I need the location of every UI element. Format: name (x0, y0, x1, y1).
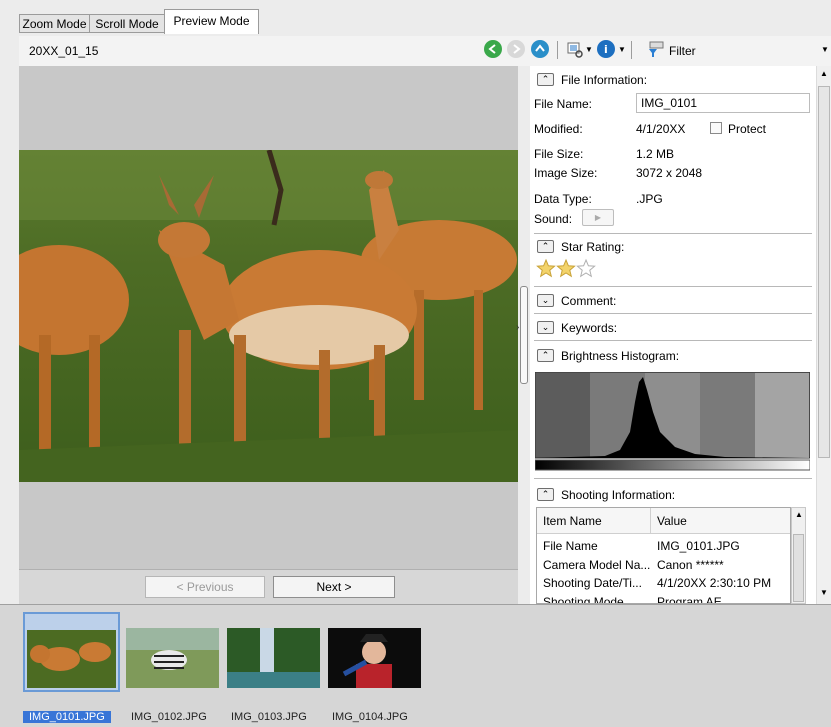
tab-preview-mode[interactable]: Preview Mode (164, 9, 259, 34)
comment-section-header[interactable]: ⌄ Comment: (534, 290, 812, 312)
collapse-icon[interactable]: ⌃ (537, 488, 554, 501)
table-header: Item Name Value (537, 508, 790, 534)
image-size-value: 3072 x 2048 (636, 166, 703, 180)
brightness-histogram (535, 372, 810, 471)
table-cell-item: Camera Model Na... (543, 558, 651, 572)
table-cell-value: 4/1/20XX 2:30:10 PM (657, 576, 772, 590)
file-size-label: File Size: (534, 147, 584, 161)
back-icon[interactable] (484, 40, 502, 58)
select-image-icon[interactable] (567, 42, 583, 58)
section-divider (534, 286, 812, 287)
thumbnail-item[interactable] (124, 612, 221, 692)
svg-text:i: i (604, 43, 608, 56)
keywords-section-header[interactable]: ⌄ Keywords: (534, 317, 812, 339)
histogram-section-header[interactable]: ⌃ Brightness Histogram: (534, 345, 812, 367)
data-type-label: Data Type: (534, 192, 592, 206)
expand-icon[interactable]: ⌄ (537, 294, 554, 307)
image-size-label: Image Size: (534, 166, 598, 180)
expand-icon[interactable]: ⌄ (537, 321, 554, 334)
protect-label: Protect (728, 122, 767, 136)
folder-path: 20XX_01_15 (29, 44, 99, 58)
info-panel-scrollbar[interactable]: ▲ ▼ (816, 66, 831, 604)
panel-splitter[interactable]: › (516, 66, 530, 604)
thumbnail-item[interactable] (326, 612, 423, 692)
star-icon[interactable] (556, 258, 576, 278)
forward-icon[interactable] (507, 40, 525, 58)
column-header-value[interactable]: Value (657, 514, 687, 528)
file-size-value: 1.2 MB (636, 147, 675, 161)
file-info-section-header[interactable]: ⌃ File Information: (534, 69, 812, 91)
shooting-info-section-header[interactable]: ⌃ Shooting Information: (534, 484, 812, 506)
thumbnail-label[interactable]: IMG_0101.JPG (23, 711, 111, 723)
table-cell-value: Canon ****** (657, 558, 724, 572)
star-rating-header: Star Rating: (561, 240, 625, 254)
section-divider (534, 478, 812, 479)
table-cell-item: Shooting Mode (543, 595, 624, 604)
section-divider (534, 233, 812, 234)
collapse-icon[interactable]: ⌃ (537, 349, 554, 362)
keywords-header: Keywords: (561, 321, 618, 335)
section-divider (534, 313, 812, 314)
folder-toolbar: 20XX_01_15 ▼ i ▼ Filter ▼ (19, 36, 831, 67)
thumbnail-label[interactable]: IMG_0102.JPG (131, 711, 207, 723)
section-divider (534, 340, 812, 341)
scrollbar-thumb[interactable] (818, 86, 830, 458)
star-rating-section-header[interactable]: ⌃ Star Rating: (534, 236, 812, 258)
column-header-item-name[interactable]: Item Name (543, 514, 602, 528)
scroll-down-icon[interactable]: ▼ (820, 588, 828, 597)
thumbnail-label[interactable]: IMG_0104.JPG (332, 711, 408, 723)
previous-button[interactable]: < Previous (145, 576, 265, 598)
toolbar-separator (557, 41, 558, 59)
table-scrollbar[interactable]: ▲ (791, 507, 806, 604)
chevron-right-icon[interactable]: › (516, 322, 519, 333)
play-sound-button[interactable]: ▶ (582, 209, 614, 226)
up-folder-icon[interactable] (531, 40, 549, 58)
filter-icon[interactable] (647, 41, 665, 59)
file-info-header: File Information: (561, 73, 648, 87)
tab-scroll-mode[interactable]: Scroll Mode (89, 14, 165, 33)
chevron-down-icon[interactable]: ▼ (618, 45, 626, 54)
thumbnail-item[interactable] (23, 612, 120, 692)
collapse-icon[interactable]: ⌃ (537, 240, 554, 253)
thumbnail-item[interactable] (225, 612, 322, 692)
comment-header: Comment: (561, 294, 617, 308)
tab-zoom-mode[interactable]: Zoom Mode (19, 14, 90, 33)
file-name-label: File Name: (534, 97, 593, 111)
thumbnail-label[interactable]: IMG_0103.JPG (231, 711, 307, 723)
info-icon[interactable]: i (597, 40, 615, 58)
preview-photo (19, 150, 518, 482)
navigation-bar: < Previous Next > (19, 569, 518, 605)
shooting-info-table: Item Name Value File Name IMG_0101.JPG C… (536, 507, 791, 604)
table-cell-item: File Name (543, 539, 598, 553)
toolbar-separator (631, 41, 632, 59)
toolbar-overflow-icon[interactable]: ▼ (821, 45, 829, 54)
mode-tab-bar: Zoom Mode Scroll Mode Preview Mode (0, 0, 831, 34)
star-icon[interactable] (536, 258, 556, 278)
chevron-down-icon[interactable]: ▼ (585, 45, 593, 54)
protect-checkbox[interactable] (710, 122, 722, 134)
next-button[interactable]: Next > (273, 576, 395, 598)
modified-label: Modified: (534, 122, 583, 136)
histogram-header: Brightness Histogram: (561, 349, 680, 363)
sound-label: Sound: (534, 212, 573, 226)
table-cell-item: Shooting Date/Ti... (543, 576, 642, 590)
star-rating-control[interactable] (536, 258, 606, 283)
table-cell-value: IMG_0101.JPG (657, 539, 740, 553)
modified-value: 4/1/20XX (636, 122, 686, 136)
star-icon[interactable] (576, 258, 596, 278)
data-type-value: .JPG (636, 192, 663, 206)
filter-label[interactable]: Filter (669, 44, 696, 58)
shooting-info-header: Shooting Information: (561, 488, 676, 502)
collapse-icon[interactable]: ⌃ (537, 73, 554, 86)
file-name-field[interactable]: IMG_0101 (636, 93, 810, 113)
scroll-up-icon[interactable]: ▲ (820, 69, 828, 78)
table-cell-value: Program AE (657, 595, 722, 604)
